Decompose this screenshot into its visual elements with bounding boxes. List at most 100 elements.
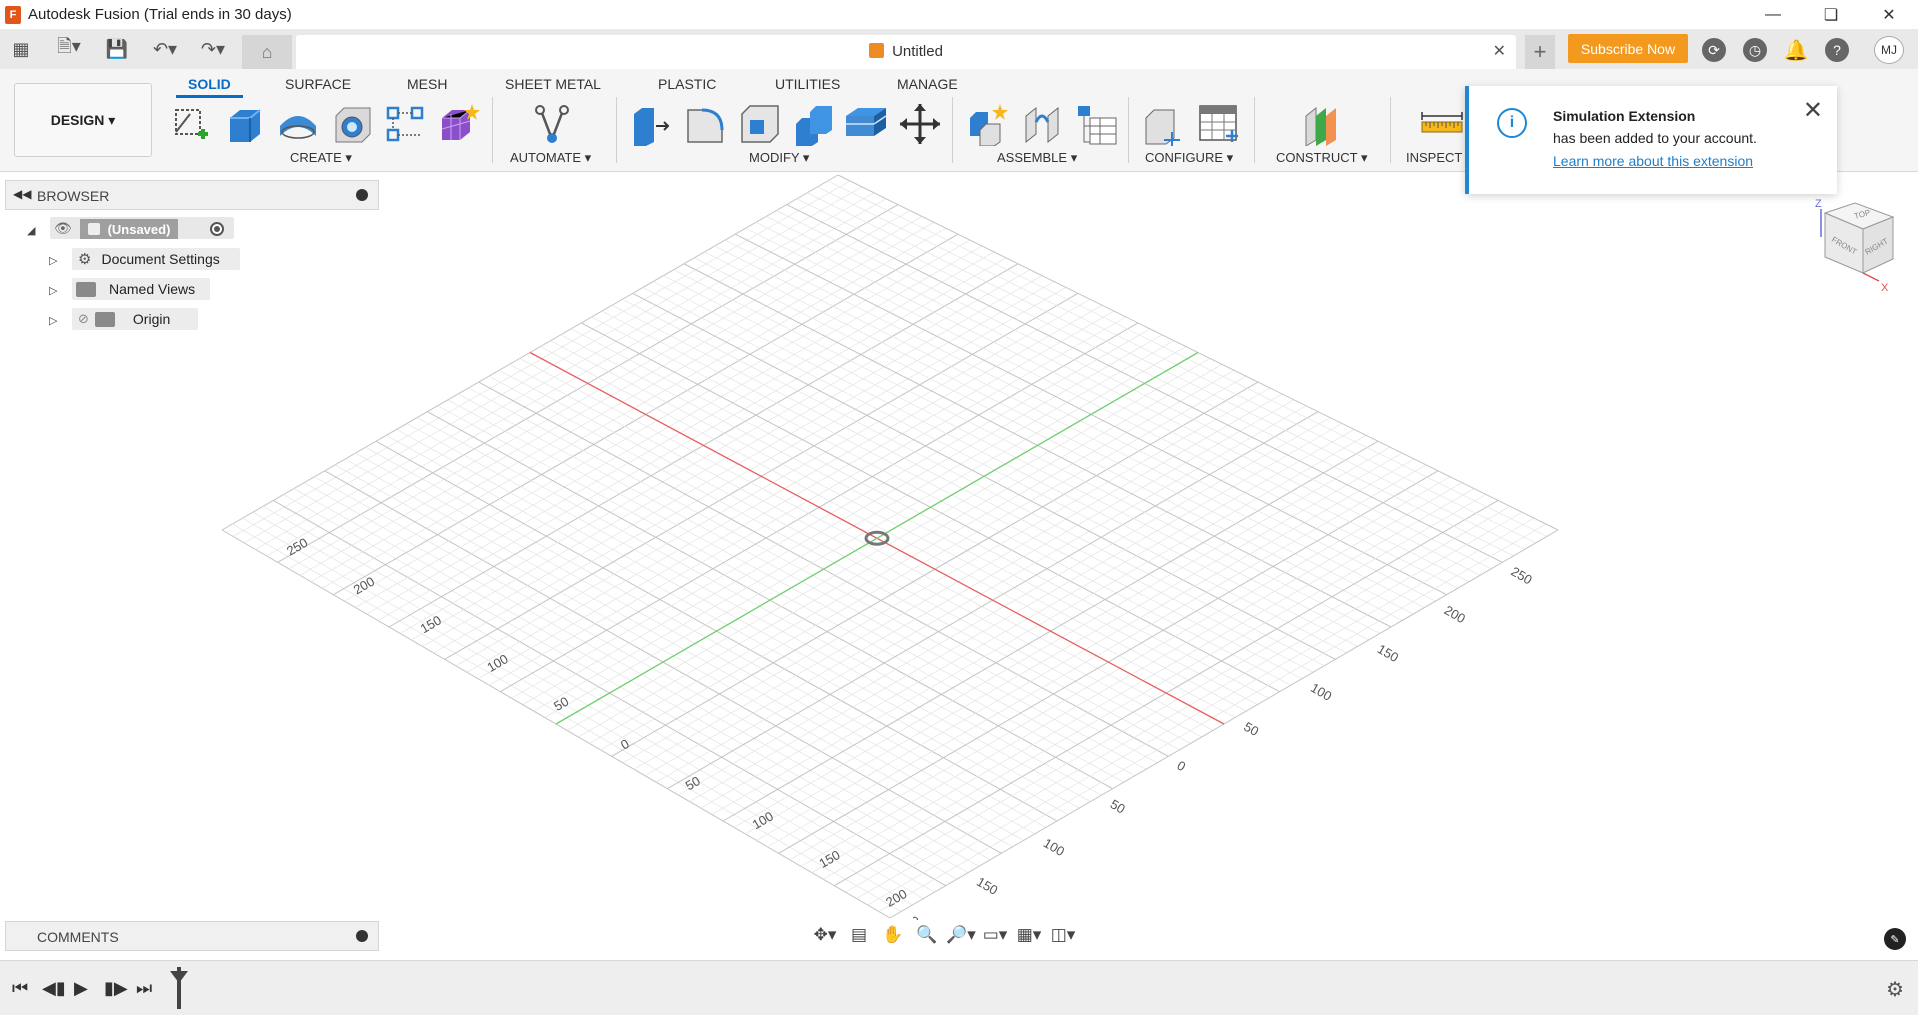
root-component-name: (Unsaved) (107, 221, 171, 237)
look-at-icon[interactable]: ▤ (842, 922, 876, 948)
viewport-canvas[interactable]: 2502001501005005010015020025025020015010… (0, 172, 1918, 920)
zoom-icon[interactable]: 🔍 (910, 922, 944, 948)
app-grid-icon[interactable]: ▦ (8, 37, 34, 61)
tree-item-named-views[interactable]: Named Views (72, 278, 210, 300)
collapse-browser-icon[interactable]: ◀◀ (13, 187, 31, 201)
notifications-bell-icon[interactable]: 🔔 (1784, 38, 1809, 62)
new-tab-icon[interactable]: + (1525, 35, 1555, 69)
tree-item-document-settings[interactable]: ⚙ Document Settings (72, 248, 240, 270)
timeline-last-icon[interactable]: ⏭ (136, 978, 152, 999)
hidden-eye-icon[interactable]: ⊘ (78, 311, 89, 327)
tab-sheet-metal[interactable]: SHEET METAL (505, 74, 601, 98)
timeline-settings-gear-icon[interactable]: ⚙ (1886, 977, 1904, 1002)
inspect-group-label[interactable]: INSPECT (1406, 150, 1462, 165)
timeline-next-icon[interactable]: ▮▶ (104, 978, 128, 999)
create-group-label[interactable]: CREATE ▾ (290, 150, 352, 166)
y-axis-line (555, 351, 1199, 725)
tree-expand-document-settings-icon[interactable]: ▷ (49, 254, 57, 267)
browser-minimize-icon[interactable] (356, 189, 368, 201)
automate-icon[interactable] (530, 102, 574, 146)
close-notification-icon[interactable]: ✕ (1803, 96, 1823, 125)
timeline-play-icon[interactable]: ▶ (74, 978, 88, 999)
grid-label-bottom-right: 100 (1041, 835, 1067, 859)
component-icon (87, 223, 100, 235)
joint-icon[interactable] (1020, 102, 1064, 146)
tab-mesh[interactable]: MESH (407, 74, 447, 98)
document-cube-icon (869, 43, 885, 58)
orbit-icon[interactable]: ✥▾ (808, 922, 842, 948)
extensions-icon[interactable]: ⟳ (1702, 38, 1726, 62)
zoom-window-icon[interactable]: 🔎▾ (944, 922, 978, 948)
visibility-eye-icon[interactable]: 👁 (54, 220, 72, 237)
create-form-icon[interactable] (436, 102, 480, 146)
grid-label-bottom-left: 100 (750, 808, 776, 832)
combine-icon[interactable] (792, 102, 836, 146)
viewports-icon[interactable]: ◫▾ (1046, 922, 1080, 948)
minimize-icon[interactable]: — (1744, 0, 1802, 29)
tree-root-label[interactable]: (Unsaved) (80, 219, 178, 239)
revolve-icon[interactable] (276, 102, 320, 146)
configuration-table-icon[interactable] (1196, 102, 1240, 146)
tree-item-origin[interactable]: ⊘ Origin (72, 308, 198, 330)
tree-expand-root-icon[interactable]: ◢ (27, 224, 35, 237)
tab-manage[interactable]: MANAGE (897, 74, 958, 98)
tab-solid[interactable]: SOLID (176, 74, 243, 98)
close-window-icon[interactable]: ✕ (1860, 0, 1918, 29)
document-tab[interactable]: Untitled ✕ (296, 35, 1516, 69)
tree-item-label: Document Settings (101, 251, 220, 267)
grid-label-right: 150 (1375, 641, 1401, 665)
bill-of-materials-icon[interactable] (1074, 102, 1118, 146)
redo-icon[interactable]: ↷▾ (194, 37, 232, 61)
create-sketch-icon[interactable] (168, 102, 212, 146)
grid-label-left: 100 (484, 651, 510, 675)
construct-group-label[interactable]: CONSTRUCT ▾ (1276, 150, 1368, 166)
activate-radio-icon[interactable] (210, 222, 224, 236)
timeline-previous-icon[interactable]: ◀▮ (42, 978, 66, 999)
workspace-switcher-button[interactable]: DESIGN ▾ (14, 83, 152, 157)
offset-face-icon[interactable] (844, 102, 888, 146)
tree-expand-origin-icon[interactable]: ▷ (49, 314, 57, 327)
press-pull-icon[interactable] (630, 102, 674, 146)
help-icon[interactable]: ? (1825, 38, 1849, 62)
user-avatar[interactable]: MJ (1874, 36, 1904, 64)
measure-icon[interactable] (1420, 102, 1464, 146)
new-component-icon[interactable] (966, 102, 1010, 146)
configure-group-label[interactable]: CONFIGURE ▾ (1145, 150, 1233, 166)
configure-icon[interactable] (1142, 102, 1186, 146)
pattern-icon[interactable] (384, 102, 428, 146)
restore-icon[interactable]: ❏ (1802, 0, 1860, 29)
assemble-group-label[interactable]: ASSEMBLE ▾ (997, 150, 1077, 166)
view-cube[interactable]: Z TOP FRONT RIGHT X (1805, 195, 1905, 295)
tab-utilities[interactable]: UTILITIES (775, 74, 840, 98)
add-comment-icon[interactable] (356, 930, 368, 942)
automate-group-label[interactable]: AUTOMATE ▾ (510, 150, 591, 166)
text-commands-icon[interactable]: ✎ (1884, 928, 1906, 950)
save-icon[interactable]: 💾 (104, 37, 130, 61)
grid-snaps-icon[interactable]: ▦▾ (1012, 922, 1046, 948)
tree-expand-named-views-icon[interactable]: ▷ (49, 284, 57, 297)
pan-icon[interactable]: ✋ (876, 922, 910, 948)
file-menu-icon[interactable]: 🗎▾ (50, 36, 88, 61)
tab-surface[interactable]: SURFACE (285, 74, 351, 98)
grid-label-right: 50 (1241, 719, 1261, 739)
modify-group-label[interactable]: MODIFY ▾ (749, 150, 809, 166)
timeline-first-icon[interactable]: ⏮ (12, 978, 28, 999)
extrude-icon[interactable] (222, 102, 266, 146)
comments-panel-header: COMMENTS (5, 921, 379, 951)
hole-icon[interactable] (330, 102, 374, 146)
close-tab-icon[interactable]: ✕ (1493, 41, 1506, 61)
tab-plastic[interactable]: PLASTIC (658, 74, 716, 98)
shell-icon[interactable] (738, 102, 782, 146)
home-icon[interactable]: ⌂ (242, 35, 292, 69)
fusion-app: F Autodesk Fusion (Trial ends in 30 days… (0, 0, 1918, 1015)
offset-plane-icon[interactable] (1300, 102, 1344, 146)
job-status-icon[interactable]: ◷ (1743, 38, 1767, 62)
timeline-marker[interactable] (177, 967, 181, 1009)
notification-body: has been added to your account. (1553, 130, 1757, 146)
move-copy-icon[interactable] (898, 102, 942, 146)
display-settings-icon[interactable]: ▭▾ (978, 922, 1012, 948)
undo-icon[interactable]: ↶▾ (146, 37, 184, 61)
fillet-icon[interactable] (684, 102, 728, 146)
learn-more-link[interactable]: Learn more about this extension (1553, 153, 1753, 169)
subscribe-button[interactable]: Subscribe Now (1568, 34, 1688, 63)
